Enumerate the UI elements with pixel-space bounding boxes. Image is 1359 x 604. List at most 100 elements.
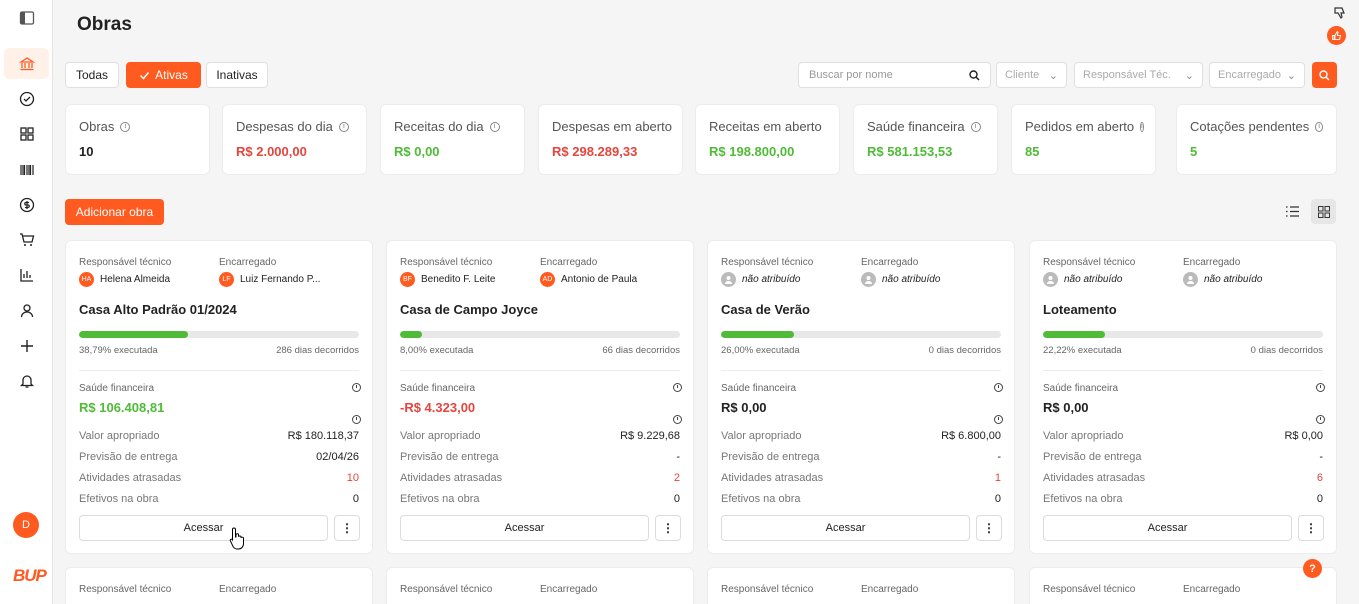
- sidebar-toggle-icon[interactable]: [4, 2, 49, 33]
- clock-icon[interactable]: [352, 415, 361, 424]
- executada-text: 8,00% executada: [400, 345, 474, 356]
- thumbs-up-icon[interactable]: [1327, 26, 1346, 45]
- responsavel-label: Responsável técnico: [400, 584, 493, 595]
- saude-label: Saúde financeira: [721, 383, 797, 394]
- valor-row: Valor apropriado R$ 6.800,00: [721, 429, 1001, 442]
- atividades-row: Atividades atrasadas 6: [1043, 471, 1323, 484]
- responsavel-label: Responsável técnico: [400, 257, 493, 268]
- divider: [400, 370, 680, 371]
- more-options-icon[interactable]: ⋮: [1298, 515, 1324, 541]
- info-icon[interactable]: i: [970, 121, 981, 132]
- filter-inativas-button[interactable]: Inativas: [206, 62, 268, 88]
- obra-card: Responsável técnico Encarregado: [1029, 567, 1337, 604]
- dollar-icon: [19, 197, 34, 212]
- responsavel-select[interactable]: Responsável Téc. ⌄: [1074, 62, 1203, 88]
- grid-icon: [19, 126, 34, 141]
- add-obra-button[interactable]: Adicionar obra: [65, 199, 164, 225]
- stat-card: Receitas em aberto R$ 198.800,00: [695, 104, 840, 175]
- progress-fill: [79, 331, 188, 338]
- acessar-button[interactable]: Acessar: [400, 515, 649, 541]
- divider: [1043, 370, 1323, 371]
- list-view-icon[interactable]: [1280, 199, 1305, 224]
- encarregado-label: Encarregado: [219, 584, 277, 595]
- cliente-select[interactable]: Cliente ⌄: [996, 62, 1067, 88]
- grid-view-icon[interactable]: [1311, 199, 1336, 224]
- dias-text: 66 dias decorridos: [602, 345, 680, 356]
- stat-card: Despesas em aberto R$ 298.289,33: [538, 104, 683, 175]
- avatar: AD: [540, 272, 555, 287]
- stat-label: Receitas em aberto: [709, 119, 822, 134]
- encarregado-label: Encarregado: [219, 257, 277, 268]
- saude-value: R$ 0,00: [721, 400, 767, 415]
- saude-value: -R$ 4.323,00: [400, 400, 476, 415]
- clock-icon[interactable]: [994, 415, 1003, 424]
- select-label: Responsável Téc.: [1083, 69, 1171, 81]
- sidebar-item-check-circle[interactable]: [4, 83, 49, 114]
- info-icon[interactable]: i: [120, 121, 131, 132]
- clock-icon[interactable]: [1316, 383, 1325, 392]
- executada-text: 22,22% executada: [1043, 345, 1122, 356]
- responsavel-label: Responsável técnico: [79, 257, 172, 268]
- encarregado-label: Encarregado: [540, 257, 598, 268]
- sidebar-item-bank[interactable]: [4, 48, 49, 79]
- encarregado-label: Encarregado: [1183, 584, 1241, 595]
- search-input[interactable]: Buscar por nome: [798, 62, 991, 88]
- chevron-down-icon: ⌄: [1286, 69, 1296, 82]
- previsao-row: Previsão de entrega -: [400, 450, 680, 463]
- acessar-button[interactable]: Acessar: [721, 515, 970, 541]
- thumbs-down-icon[interactable]: [1333, 6, 1347, 20]
- person-name: não atribuído: [1204, 274, 1263, 285]
- previsao-row: Previsão de entrega -: [721, 450, 1001, 463]
- encarregado-select[interactable]: Encarregado ⌄: [1209, 62, 1305, 88]
- saude-label: Saúde financeira: [1043, 383, 1119, 394]
- progress-bar: [79, 331, 359, 338]
- clock-icon[interactable]: [673, 383, 682, 392]
- avatar[interactable]: D: [13, 512, 39, 538]
- more-options-icon[interactable]: ⋮: [334, 515, 360, 541]
- filter-ativas-button[interactable]: Ativas: [126, 62, 201, 88]
- check-icon: [140, 71, 150, 80]
- info-icon[interactable]: i: [489, 121, 500, 132]
- clock-icon[interactable]: [352, 383, 361, 392]
- progress-fill: [1043, 331, 1106, 338]
- info-icon[interactable]: i: [338, 121, 349, 132]
- stat-label: Despesas em aberto: [552, 119, 672, 134]
- acessar-button[interactable]: Acessar: [1043, 515, 1292, 541]
- more-options-icon[interactable]: ⋮: [655, 515, 681, 541]
- sidebar-item-dollar[interactable]: [4, 189, 49, 220]
- person-placeholder-icon: [1043, 272, 1058, 287]
- responsavel-label: Responsável técnico: [721, 584, 814, 595]
- valor-row: Valor apropriado R$ 9.229,68: [400, 429, 680, 442]
- person-name: Antonio de Paula: [561, 274, 638, 285]
- sidebar-item-barcode[interactable]: [4, 154, 49, 185]
- more-options-icon[interactable]: ⋮: [976, 515, 1002, 541]
- person-name: Luiz Fernando P...: [240, 274, 321, 285]
- progress-fill: [400, 331, 423, 338]
- person-placeholder-icon: [721, 272, 736, 287]
- clock-icon[interactable]: [1316, 415, 1325, 424]
- sidebar-item-grid[interactable]: [4, 118, 49, 149]
- search-button[interactable]: [1312, 62, 1337, 88]
- sidebar-item-bar-chart[interactable]: [4, 259, 49, 290]
- sidebar-item-bell[interactable]: [4, 365, 49, 396]
- help-button[interactable]: ?: [1303, 559, 1322, 578]
- clock-icon[interactable]: [994, 383, 1003, 392]
- clock-icon[interactable]: [673, 415, 682, 424]
- filter-todas-button[interactable]: Todas: [65, 62, 119, 88]
- executada-text: 38,79% executada: [79, 345, 158, 356]
- obra-card: Responsável técnico Encarregado: [65, 567, 373, 604]
- sidebar-item-cart[interactable]: [4, 224, 49, 255]
- person-name: não atribuído: [742, 274, 801, 285]
- stat-value: 85: [1025, 144, 1040, 159]
- person-name: não atribuído: [1064, 274, 1123, 285]
- page-title: Obras: [77, 14, 132, 35]
- responsavel-label: Responsável técnico: [79, 584, 172, 595]
- acessar-button[interactable]: Acessar: [79, 515, 328, 541]
- sidebar-item-plus[interactable]: [4, 330, 49, 361]
- bank-icon: [18, 56, 35, 70]
- barcode-icon: [19, 164, 34, 175]
- sidebar-item-user[interactable]: [4, 295, 49, 326]
- info-icon[interactable]: i: [1315, 121, 1323, 132]
- info-icon[interactable]: i: [1140, 121, 1144, 132]
- user-icon: [20, 303, 33, 317]
